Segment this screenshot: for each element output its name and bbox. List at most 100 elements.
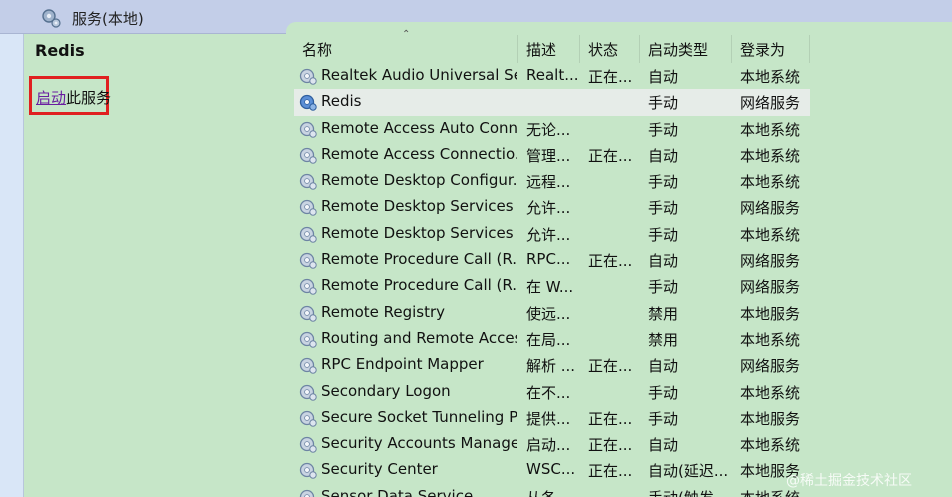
service-startup-type-cell: 手动 — [648, 278, 679, 297]
service-row[interactable]: Remote Access Auto Conn... 无论... 手动 本地系统 — [294, 116, 810, 142]
service-logon-cell: 网络服务 — [740, 278, 801, 297]
service-logon-cell: 本地系统 — [740, 173, 801, 192]
service-name-cell: Routing and Remote Access — [321, 328, 517, 347]
service-logon-cell: 本地服务 — [740, 304, 801, 323]
service-row[interactable]: Secondary Logon 在不... 手动 本地系统 — [294, 379, 810, 405]
service-name-cell: Remote Desktop Configur... — [321, 171, 517, 190]
sort-ascending-icon: ⌃ — [402, 29, 411, 40]
service-logon-cell: 本地系统 — [740, 120, 801, 139]
service-logon-cell: 本地系统 — [740, 436, 801, 455]
service-row[interactable]: Redis 手动 网络服务 — [294, 89, 810, 116]
service-name-cell: Security Center — [321, 460, 438, 479]
column-header-startup-type[interactable]: 启动类型 — [640, 35, 732, 63]
service-startup-type-cell: 自动 — [648, 146, 679, 165]
service-description-cell: 在不... — [526, 383, 571, 402]
service-row[interactable]: Realtek Audio Universal Se... Realt... 正在.… — [294, 63, 810, 89]
service-gear-icon — [298, 224, 318, 244]
service-row[interactable]: Secure Socket Tunneling P... 提供... 正在... 手动… — [294, 405, 810, 431]
service-status-cell: 正在... — [588, 462, 633, 481]
service-logon-cell: 本地系统 — [740, 383, 801, 402]
service-startup-type-cell: 手动 — [648, 173, 679, 192]
service-gear-icon — [298, 460, 318, 480]
service-description-cell: 提供... — [526, 409, 571, 428]
service-status-cell: 正在... — [588, 436, 633, 455]
service-startup-type-cell: 禁用 — [648, 304, 679, 323]
service-name-cell: Remote Desktop Services — [321, 197, 514, 216]
service-name-cell: Remote Procedure Call (R... — [321, 276, 517, 295]
service-gear-icon — [298, 66, 318, 86]
column-header-status[interactable]: 状态 — [580, 35, 640, 63]
service-row[interactable]: Sensor Data Service从各...手动(触发...本地系统 — [294, 484, 810, 497]
watermark-text: @稀土掘金技术社区 — [786, 473, 912, 489]
service-status-cell: 正在... — [588, 357, 633, 376]
service-description-cell: RPC... — [526, 250, 571, 269]
service-name-cell: Remote Access Auto Conn... — [321, 118, 517, 137]
service-gear-icon — [298, 329, 318, 349]
service-gear-icon — [298, 355, 318, 375]
service-name-cell: Remote Registry — [321, 302, 446, 321]
service-row[interactable]: Security Center WSC... 正在... 自动(延迟... 本地服务 — [294, 457, 810, 483]
service-row[interactable]: Remote Desktop Services 允许... 手动 网络服务 — [294, 194, 810, 220]
service-startup-type-cell: 自动 — [648, 68, 679, 86]
service-name-cell: Sensor Data Service — [321, 486, 474, 497]
service-description-cell: 管理... — [526, 146, 571, 165]
service-row[interactable]: Remote Desktop Services ... 允许... 手动 本地系统 — [294, 221, 810, 247]
start-service-link[interactable]: 启动 — [36, 89, 66, 107]
service-startup-type-cell: 禁用 — [648, 330, 679, 349]
service-detail-pane: Redis 启动此服务 — [24, 34, 286, 497]
service-startup-type-cell: 手动 — [648, 225, 679, 244]
service-startup-type-cell: 自动 — [648, 357, 679, 376]
service-logon-cell: 网络服务 — [740, 199, 801, 218]
service-gear-icon — [298, 434, 318, 454]
tree-pane-edge — [0, 34, 24, 497]
service-description-cell: WSC... — [526, 460, 576, 479]
service-description-cell: 启动... — [526, 436, 571, 455]
service-gear-icon — [298, 119, 318, 139]
column-header-logon-as[interactable]: 登录为 — [732, 35, 810, 63]
service-name-cell: RPC Endpoint Mapper — [321, 355, 484, 374]
service-gear-icon — [298, 92, 318, 112]
service-gear-icon — [298, 487, 318, 497]
service-name-cell: Redis — [321, 92, 362, 111]
service-name-cell: Secure Socket Tunneling P... — [321, 407, 517, 426]
service-logon-cell: 网络服务 — [740, 357, 801, 376]
window-title: 服务(本地) — [72, 10, 144, 28]
service-startup-type-cell: 手动 — [648, 120, 679, 139]
service-row[interactable]: Remote Procedure Call (R... RPC... 正在... 自动… — [294, 247, 810, 273]
start-service-action: 启动此服务 — [29, 76, 112, 115]
service-startup-type-cell: 手动 — [648, 409, 679, 428]
service-startup-type-cell: 手动 — [648, 383, 679, 402]
service-row[interactable]: Routing and Remote Access 在局... 禁用 本地系统 — [294, 326, 810, 352]
service-gear-icon — [298, 382, 318, 402]
service-logon-cell: 网络服务 — [740, 252, 801, 271]
service-startup-type-cell: 自动 — [648, 252, 679, 271]
service-startup-type-cell: 手动(触发... — [648, 487, 732, 497]
service-name-cell: Realtek Audio Universal Se... — [321, 66, 517, 84]
service-name-cell: Secondary Logon — [321, 381, 451, 400]
service-startup-type-cell: 手动 — [648, 94, 679, 113]
service-description-cell: Realt... — [526, 66, 578, 84]
service-row[interactable]: Security Accounts Manager 启动... 正在... 自动 本地系… — [294, 431, 810, 457]
service-row[interactable]: Remote Desktop Configur... 远程... 手动 本地系统 — [294, 168, 810, 194]
service-description-cell: 允许... — [526, 225, 571, 244]
service-name-cell: Remote Desktop Services ... — [321, 223, 517, 242]
services-gear-icon — [42, 9, 61, 28]
selected-service-name: Redis — [35, 41, 85, 60]
service-logon-cell: 本地系统 — [740, 68, 801, 86]
service-startup-type-cell: 自动 — [648, 436, 679, 455]
service-description-cell: 允许... — [526, 199, 571, 218]
service-row[interactable]: Remote Procedure Call (R... 在 W... 手动 网络服务 — [294, 273, 810, 299]
service-logon-cell: 本地服务 — [740, 409, 801, 428]
service-row[interactable]: Remote Registry 使远... 禁用 本地服务 — [294, 300, 810, 326]
service-gear-icon — [298, 250, 318, 270]
service-row[interactable]: Remote Access Connectio... 管理... 正在... 自动 本地… — [294, 142, 810, 168]
service-startup-type-cell: 自动(延迟... — [648, 462, 729, 481]
column-header-description[interactable]: 描述 — [518, 35, 580, 63]
service-status-cell: 正在... — [588, 252, 633, 271]
start-service-suffix: 此服务 — [66, 89, 112, 107]
service-description-cell: 无论... — [526, 120, 571, 139]
service-logon-cell: 本地系统 — [740, 225, 801, 244]
service-description-cell: 使远... — [526, 304, 571, 323]
service-row[interactable]: RPC Endpoint Mapper 解析 ... 正在... 自动 网络服务 — [294, 352, 810, 378]
service-gear-icon — [298, 171, 318, 191]
